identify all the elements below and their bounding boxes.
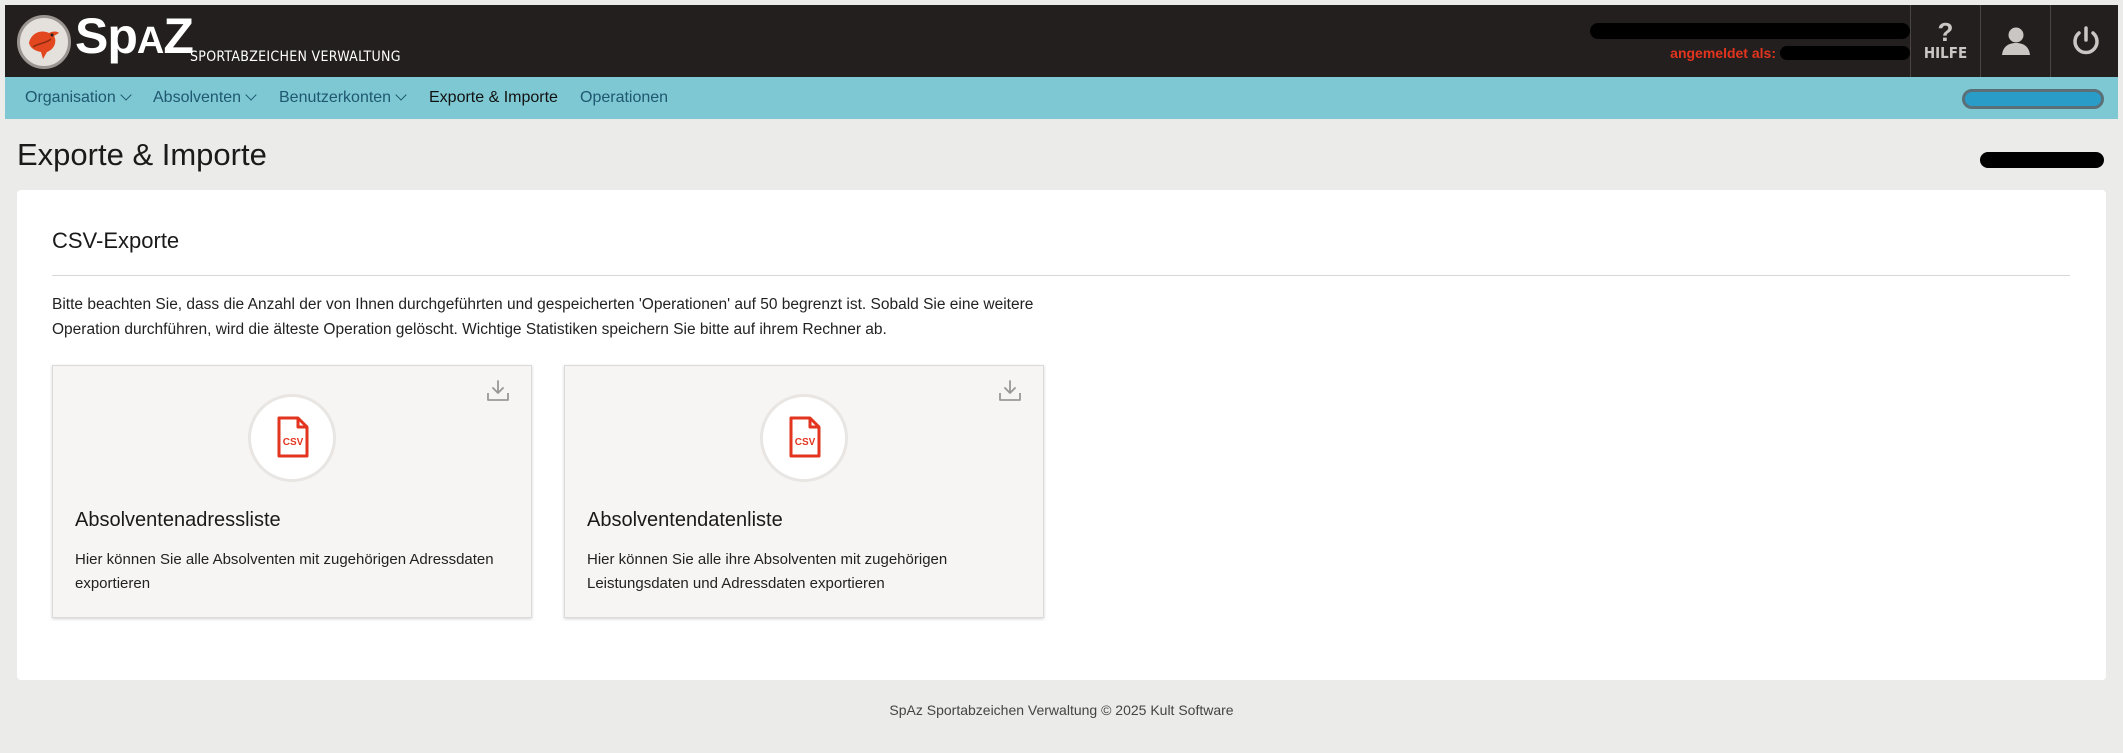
- divider: [52, 275, 2070, 276]
- nav-item-organisation[interactable]: Organisation: [25, 77, 132, 119]
- export-tile-data-list[interactable]: CSV Absolventendatenliste Hier können Si…: [564, 365, 1044, 618]
- tile-title: Absolventendatenliste: [587, 509, 783, 531]
- nav-label: Exporte & Importe: [429, 89, 558, 106]
- user-profile-button[interactable]: [1980, 5, 2050, 77]
- svg-text:CSV: CSV: [795, 437, 816, 448]
- tile-description: Hier können Sie alle ihre Absolventen mi…: [587, 548, 1027, 596]
- nav-label: Benutzerkonten: [279, 89, 392, 106]
- app-subtitle: SPORTABZEICHEN VERWALTUNG: [190, 49, 401, 65]
- tile-desc-line: Hier können Sie alle Absolventen mit zug…: [75, 551, 494, 568]
- chevron-down-icon: [245, 89, 257, 101]
- tile-description: Hier können Sie alle Absolventen mit zug…: [75, 548, 515, 596]
- nav-item-absolventen[interactable]: Absolventen: [153, 77, 257, 119]
- tile-desc-line: Leistungsdaten und Adressdaten exportier…: [587, 575, 885, 592]
- export-tile-address-list[interactable]: CSV Absolventenadressliste Hier können S…: [52, 365, 532, 618]
- logged-in-as-row: angemeldet als:: [1670, 45, 1910, 61]
- tile-desc-line: exportieren: [75, 575, 151, 592]
- section-title: CSV-Exporte: [52, 228, 180, 253]
- logout-button[interactable]: [2050, 5, 2118, 77]
- footer: SpAz Sportabzeichen Verwaltung © 2025 Ku…: [889, 702, 1234, 718]
- redacted-account: [1780, 46, 1910, 60]
- csv-file-icon: CSV: [760, 394, 848, 482]
- nav-label: Absolventen: [153, 89, 242, 106]
- svg-text:CSV: CSV: [283, 437, 304, 448]
- redacted-nav-pill[interactable]: [1962, 89, 2104, 109]
- csv-file-icon: CSV: [248, 394, 336, 482]
- redacted-user-name: [1590, 23, 1910, 39]
- tile-desc-line: Hier können Sie alle ihre Absolventen mi…: [587, 551, 948, 568]
- nav-label: Operationen: [580, 89, 669, 106]
- csv-exports-card: CSV-Exporte Bitte beachten Sie, dass die…: [17, 190, 2106, 680]
- nav-item-benutzerkonten[interactable]: Benutzerkonten: [279, 77, 407, 119]
- page-title: Exporte & Importe: [17, 137, 267, 172]
- nav-label: Organisation: [25, 89, 116, 106]
- user-info: angemeldet als:: [1580, 23, 1910, 65]
- power-icon: [2072, 26, 2099, 55]
- download-icon[interactable]: [485, 378, 511, 404]
- app-logo-text: SpAZ: [75, 8, 194, 64]
- top-header: SpAZ SPORTABZEICHEN VERWALTUNG angemelde…: [5, 5, 2118, 77]
- help-label: HILFE: [1923, 44, 1968, 62]
- question-mark-icon: ?: [1937, 17, 1954, 47]
- notice-line: Operation durchführen, wird die älteste …: [52, 321, 887, 338]
- bird-logo-icon[interactable]: [17, 15, 71, 69]
- notice-line: Bitte beachten Sie, dass die Anzahl der …: [52, 296, 1034, 313]
- nav-item-operationen[interactable]: Operationen: [580, 77, 668, 119]
- nav-item-exporte-importe[interactable]: Exporte & Importe: [429, 77, 558, 119]
- page: SpAZ SPORTABZEICHEN VERWALTUNG angemelde…: [5, 5, 2118, 753]
- main-nav: Organisation Absolventen Benutzerkonten …: [5, 77, 2118, 119]
- logged-in-label: angemeldet als:: [1670, 45, 1776, 61]
- operations-notice: Bitte beachten Sie, dass die Anzahl der …: [52, 292, 1132, 342]
- chevron-down-icon: [395, 89, 407, 101]
- user-icon: [2001, 27, 2030, 55]
- redacted-right-text: [1980, 152, 2104, 168]
- tile-title: Absolventenadressliste: [75, 509, 281, 531]
- help-button[interactable]: ? HILFE: [1910, 5, 1980, 77]
- download-icon[interactable]: [997, 378, 1023, 404]
- chevron-down-icon: [120, 89, 132, 101]
